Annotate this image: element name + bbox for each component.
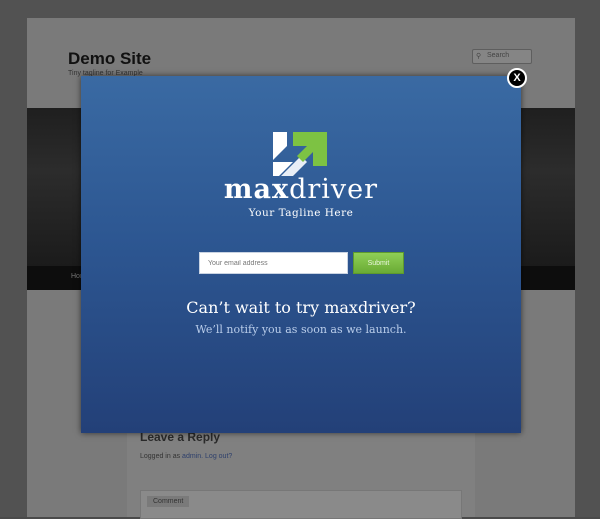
modal-subline: We’ll notify you as soon as we launch. [195, 323, 407, 336]
close-icon[interactable]: X [507, 68, 527, 88]
search-placeholder: Search [487, 52, 510, 59]
brand-logotype: maxdriver [81, 174, 521, 205]
maxdriver-logo-icon [273, 132, 327, 176]
brand-bold: max [223, 174, 290, 205]
signup-modal: maxdriver Your Tagline Here Submit Can’t… [81, 76, 521, 433]
submit-button[interactable]: Submit [353, 252, 404, 274]
modal-headline: Can’t wait to try maxdriver? [186, 298, 416, 317]
comment-label: Comment [147, 496, 190, 507]
tagline: Your Tagline Here [248, 207, 354, 219]
comment-field[interactable]: Comment [140, 490, 462, 519]
brand-light: driver [289, 174, 379, 205]
logout-link[interactable]: Log out? [205, 453, 232, 460]
search-icon: ⚲ [476, 53, 482, 60]
search-input[interactable]: ⚲ Search [472, 49, 532, 64]
site-title[interactable]: Demo Site [68, 49, 151, 69]
logged-in-prefix: Logged in as [140, 453, 181, 460]
user-link[interactable]: admin [182, 453, 201, 460]
logged-in-text: Logged in as admin. Log out? [140, 453, 233, 460]
email-input[interactable] [199, 252, 348, 274]
